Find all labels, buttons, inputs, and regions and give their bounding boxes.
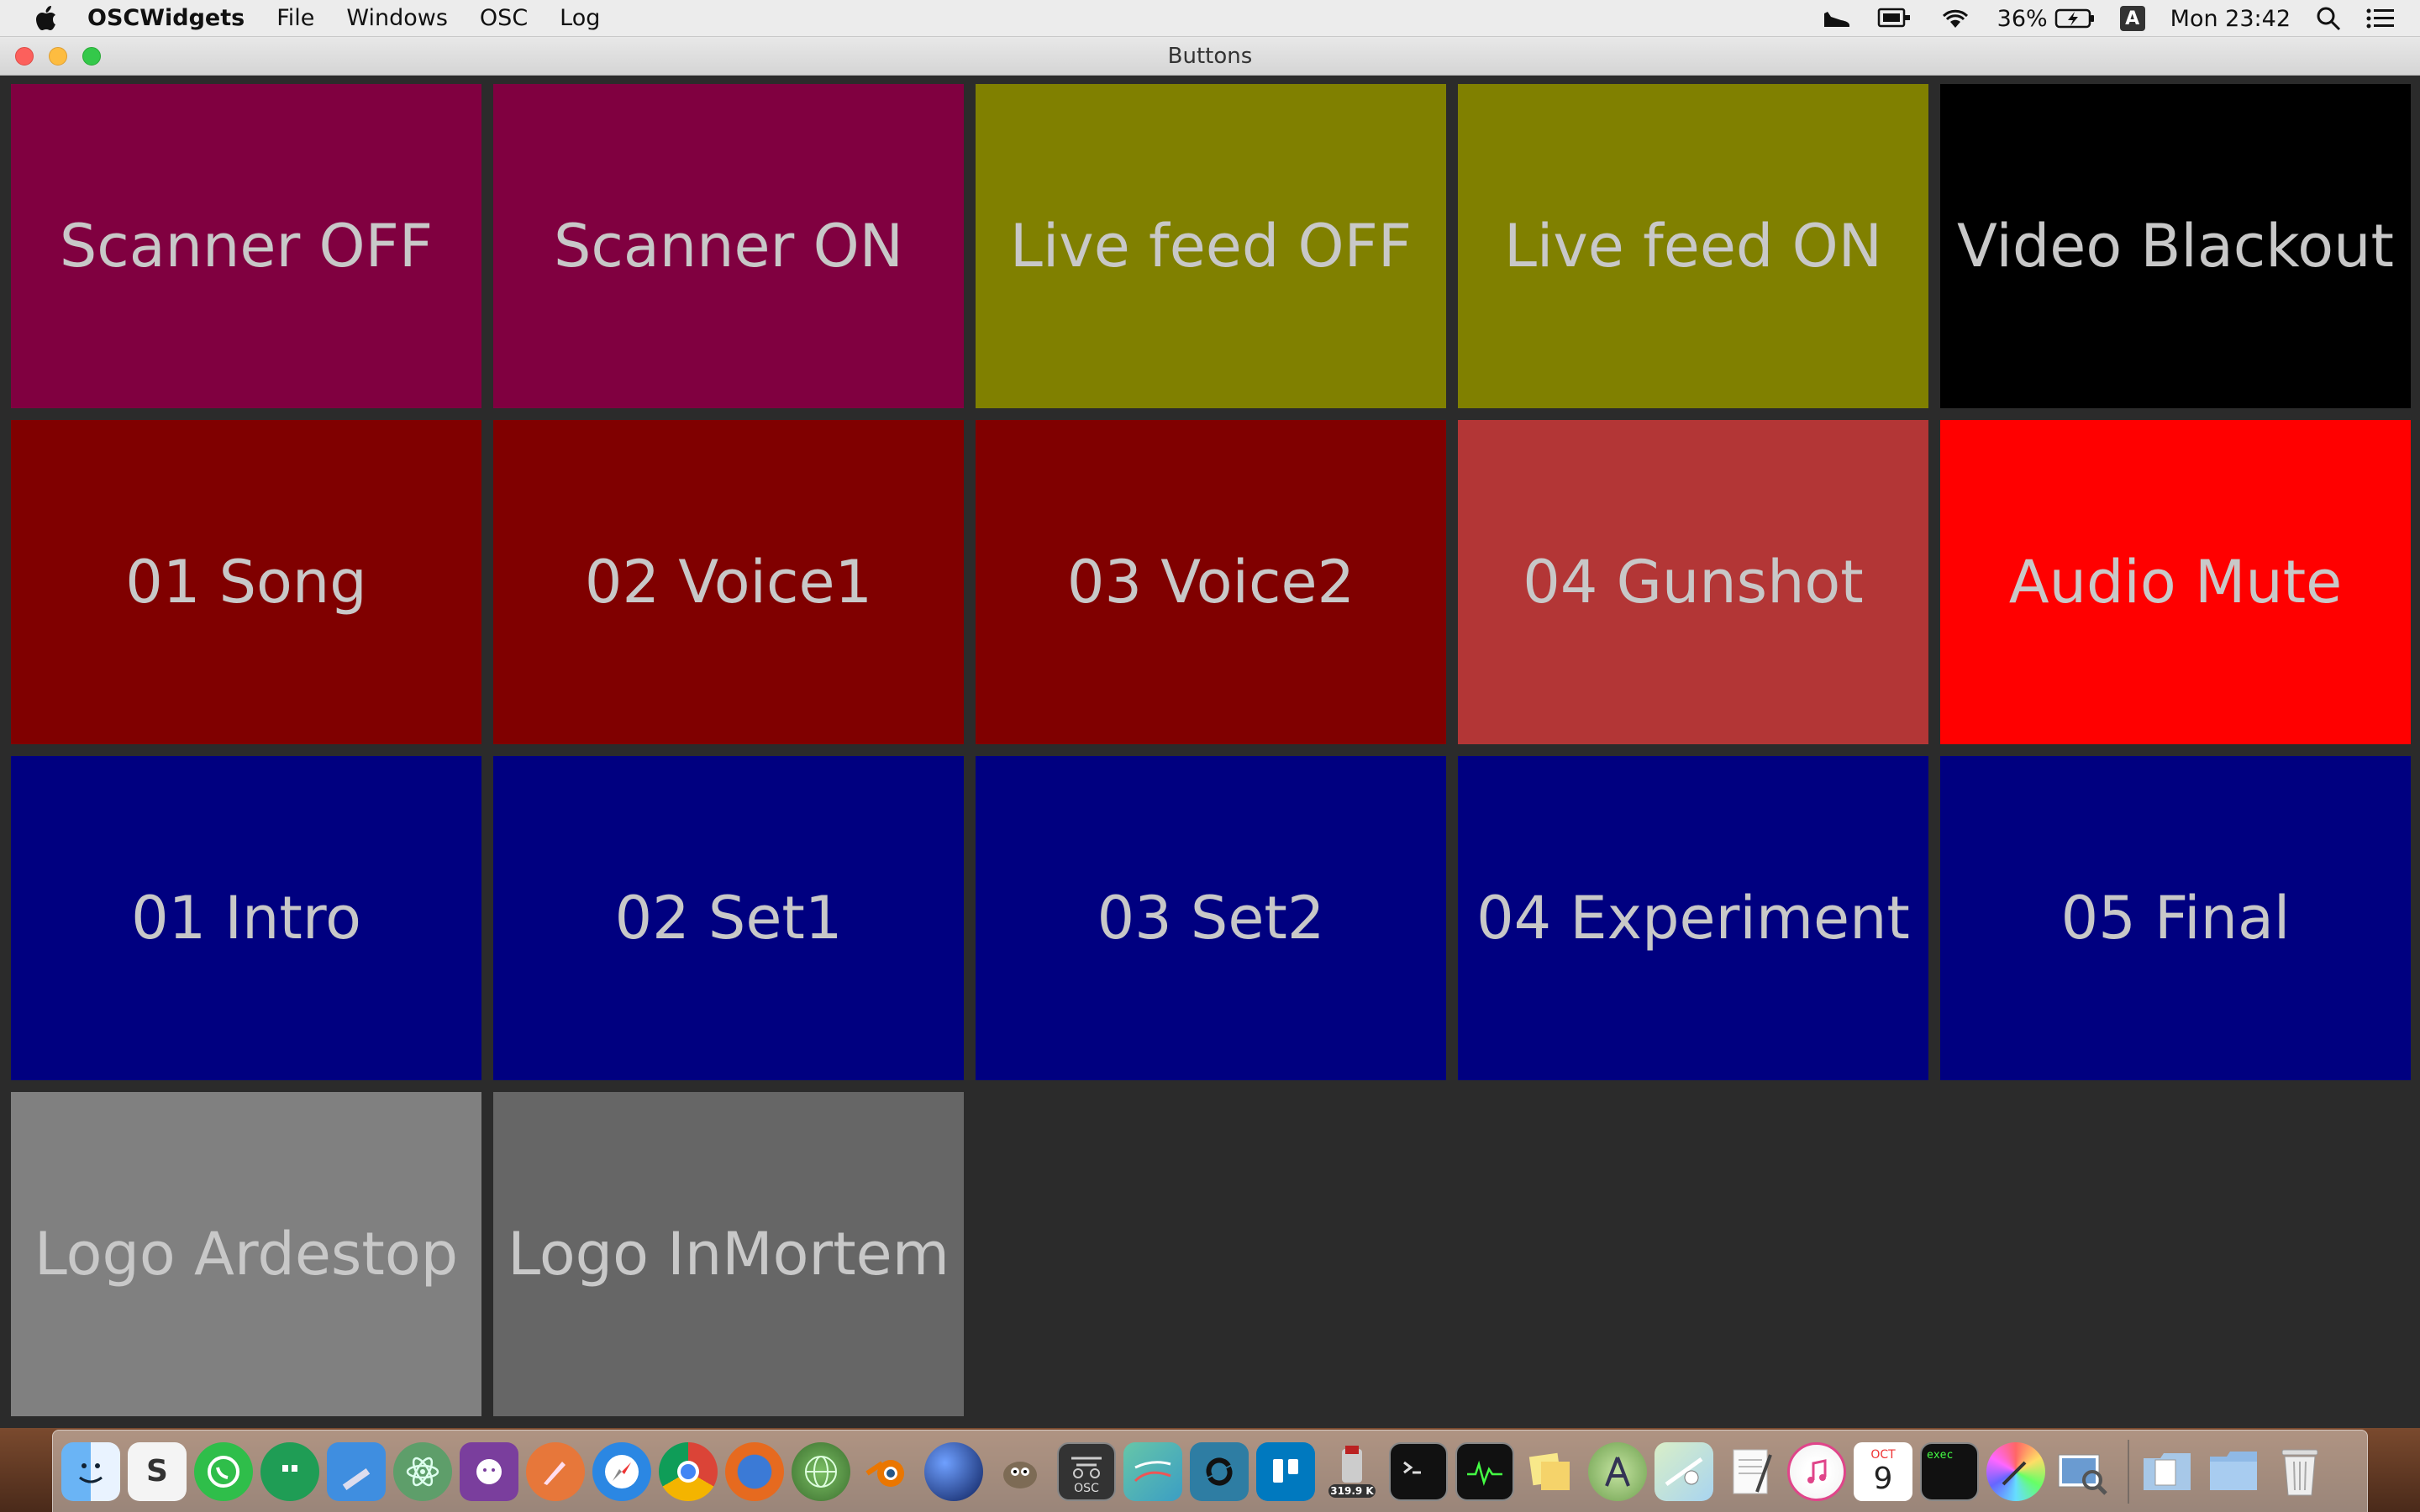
- live-feed-on-button[interactable]: Live feed ON: [1458, 84, 1928, 408]
- svg-text:S: S: [146, 1454, 168, 1488]
- trash-icon[interactable]: [2270, 1442, 2329, 1501]
- preview-icon[interactable]: [2053, 1442, 2112, 1501]
- set1-02-button[interactable]: 02 Set1: [493, 756, 964, 1080]
- menu-bar: OSCWidgets File Windows OSC Log 36% A Mo…: [0, 0, 2420, 37]
- experiment-04-button[interactable]: 04 Experiment: [1458, 756, 1928, 1080]
- logo-inmortem-button[interactable]: Logo InMortem: [493, 1092, 964, 1416]
- gimp-icon[interactable]: [991, 1442, 1050, 1501]
- battery-percent: 36%: [1996, 5, 2048, 32]
- github-desktop-icon[interactable]: [460, 1441, 518, 1501]
- calendar-day: 9: [1873, 1461, 1893, 1496]
- battery-charging-icon[interactable]: [2054, 0, 2095, 37]
- transfer-rate-badge: 319.9 K: [1330, 1485, 1374, 1497]
- xcode-icon[interactable]: [327, 1441, 386, 1501]
- wifi-icon[interactable]: [1939, 0, 1972, 37]
- button-grid: Scanner OFF Scanner ON Live feed OFF Liv…: [0, 76, 2420, 1428]
- map-app-icon[interactable]: [1123, 1441, 1182, 1501]
- logo-ardestop-button[interactable]: Logo Ardestop: [11, 1092, 481, 1416]
- folder-icon[interactable]: [2204, 1442, 2263, 1501]
- menu-file[interactable]: File: [276, 5, 314, 31]
- menu-osc[interactable]: OSC: [480, 5, 528, 31]
- documents-folder-icon[interactable]: [2138, 1442, 2196, 1501]
- menu-log[interactable]: Log: [560, 5, 600, 31]
- song-01-button[interactable]: 01 Song: [11, 420, 481, 744]
- menu-windows[interactable]: Windows: [346, 5, 448, 31]
- calendar-month: OCT: [1870, 1447, 1896, 1462]
- exec-label: exec: [1927, 1448, 1954, 1462]
- slack-icon[interactable]: S: [128, 1441, 187, 1501]
- textedit-icon[interactable]: [1721, 1442, 1780, 1501]
- scanner-off-button[interactable]: Scanner OFF: [11, 84, 481, 408]
- menu-app-name[interactable]: OSCWidgets: [87, 5, 245, 31]
- shoe-icon[interactable]: [1823, 0, 1851, 37]
- globe-app-icon[interactable]: [792, 1441, 850, 1501]
- oscwidgets-icon[interactable]: OSC: [1057, 1441, 1116, 1501]
- firefox-icon[interactable]: [725, 1441, 784, 1501]
- trello-icon[interactable]: [1256, 1441, 1315, 1501]
- intro-01-button[interactable]: 01 Intro: [11, 756, 481, 1080]
- status-area: 36% A Mon 23:42: [1797, 0, 2395, 37]
- clock[interactable]: Mon 23:42: [2170, 6, 2291, 32]
- blender-icon[interactable]: [858, 1442, 917, 1501]
- osc-icon-label: OSC: [1074, 1482, 1099, 1495]
- transmission-icon[interactable]: 319.9 K: [1323, 1442, 1381, 1501]
- itunes-icon[interactable]: [1787, 1441, 1846, 1501]
- finder-icon[interactable]: [61, 1441, 120, 1501]
- display-icon[interactable]: [1876, 0, 1913, 37]
- set2-03-button[interactable]: 03 Set2: [976, 756, 1446, 1080]
- color-picker-icon[interactable]: [1986, 1441, 2045, 1501]
- whatsapp-icon[interactable]: [194, 1441, 253, 1501]
- spotlight-search-icon[interactable]: [2316, 0, 2341, 37]
- window-title-bar[interactable]: Buttons: [0, 37, 2420, 76]
- audio-mute-button[interactable]: Audio Mute: [1940, 420, 2411, 744]
- maps-icon[interactable]: [1655, 1441, 1713, 1501]
- safari-icon[interactable]: [592, 1441, 651, 1501]
- activity-monitor-icon[interactable]: [1455, 1441, 1514, 1501]
- video-blackout-button[interactable]: Video Blackout: [1940, 84, 2411, 408]
- calendar-icon[interactable]: OCT 9: [1854, 1441, 1912, 1501]
- voice1-02-button[interactable]: 02 Voice1: [493, 420, 964, 744]
- final-05-button[interactable]: 05 Final: [1940, 756, 2411, 1080]
- stickies-icon[interactable]: [1522, 1442, 1581, 1501]
- voice2-03-button[interactable]: 03 Voice2: [976, 420, 1446, 744]
- dock-separator: [2128, 1439, 2129, 1504]
- window-title: Buttons: [1167, 44, 1253, 69]
- terminal-icon[interactable]: [1389, 1441, 1448, 1501]
- input-source-badge[interactable]: A: [2119, 6, 2145, 31]
- live-feed-off-button[interactable]: Live feed OFF: [976, 84, 1446, 408]
- pen-tool-icon[interactable]: [526, 1441, 585, 1501]
- exec-terminal-icon[interactable]: exec: [1920, 1441, 1979, 1501]
- hangouts-icon[interactable]: [260, 1441, 319, 1501]
- apple-icon[interactable]: [34, 4, 59, 33]
- dock: S OSC 319.9 K OCT 9 exec: [52, 1430, 2368, 1512]
- gunshot-04-button[interactable]: 04 Gunshot: [1458, 420, 1928, 744]
- cinema4d-icon[interactable]: [924, 1441, 983, 1501]
- atom-icon[interactable]: [393, 1441, 452, 1501]
- sync-app-icon[interactable]: [1190, 1441, 1249, 1501]
- chrome-icon[interactable]: [659, 1441, 718, 1501]
- android-studio-icon[interactable]: [1588, 1441, 1647, 1501]
- scanner-on-button[interactable]: Scanner ON: [493, 84, 964, 408]
- notification-center-icon[interactable]: [2366, 0, 2395, 37]
